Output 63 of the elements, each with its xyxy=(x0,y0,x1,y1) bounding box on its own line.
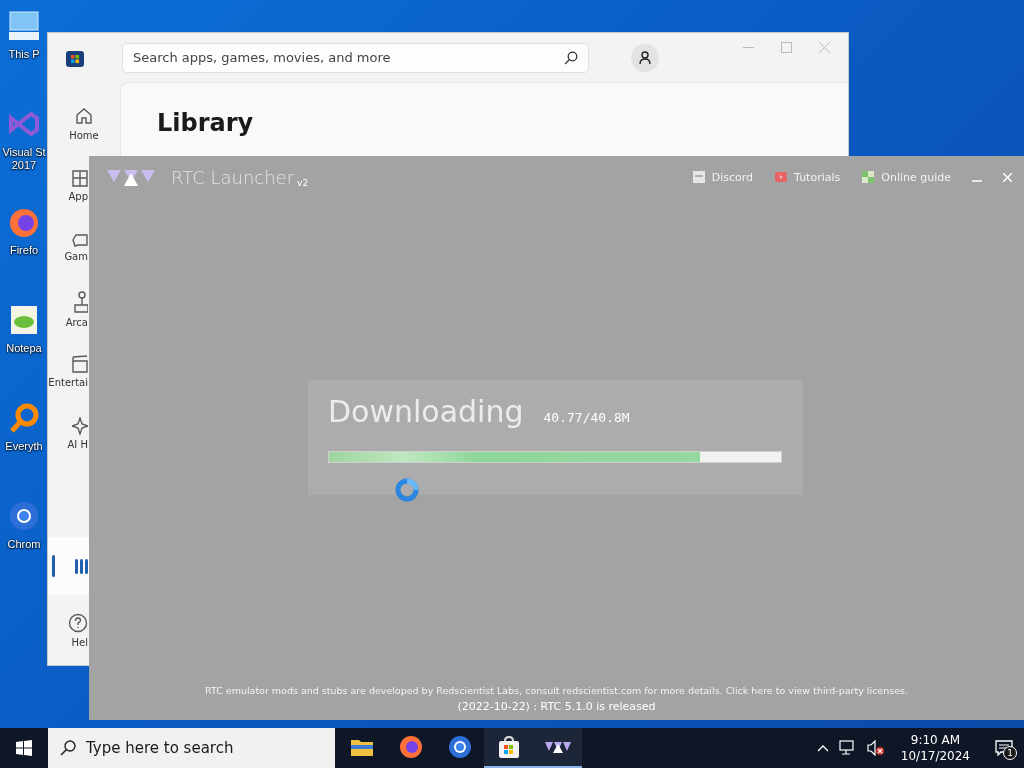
date-label: 10/17/2024 xyxy=(900,748,970,764)
download-size: 40.77/40.8M xyxy=(543,410,630,425)
search-placeholder: Type here to search xyxy=(86,739,234,757)
selection-indicator xyxy=(52,555,55,577)
library-icon xyxy=(74,557,88,575)
nav-item[interactable]: Arca xyxy=(48,278,89,340)
browser-icon xyxy=(447,735,472,759)
joystick-icon xyxy=(74,290,88,313)
desktop-icon-label[interactable]: Visual St 2017 xyxy=(2,146,46,172)
clapperboard-icon xyxy=(72,354,88,373)
taskbar-search-field[interactable]: Type here to search xyxy=(48,728,335,768)
message-icon xyxy=(995,740,1013,756)
nav-item[interactable]: Gam xyxy=(48,216,89,278)
triangles-logo-icon xyxy=(107,167,155,187)
nav-item[interactable]: Hel xyxy=(48,595,89,665)
computer-icon xyxy=(7,10,41,42)
browser-icon xyxy=(7,500,41,532)
nav-item[interactable]: App xyxy=(48,154,89,216)
version-label: v2 xyxy=(297,178,309,188)
puzzle-icon xyxy=(861,170,876,184)
search-placeholder: Search apps, games, movies, and more xyxy=(133,50,391,65)
desktop-icon-label[interactable]: This P xyxy=(8,48,40,61)
grid-icon xyxy=(72,168,88,187)
help-icon xyxy=(68,612,88,633)
taskbar-app[interactable] xyxy=(484,728,533,768)
windows-logo-icon xyxy=(16,740,32,756)
nav-item[interactable]: Home xyxy=(48,92,120,154)
triangles-logo-icon xyxy=(544,739,571,755)
search-icon xyxy=(564,50,578,65)
muted-speaker-icon[interactable] xyxy=(866,740,885,756)
nav-item[interactable]: AI H xyxy=(48,402,89,464)
spinner-icon xyxy=(394,477,420,503)
notifications-button[interactable]: 1 xyxy=(984,728,1024,768)
desktop-icon-label[interactable]: Firefo xyxy=(9,244,39,257)
nav-item[interactable] xyxy=(48,537,89,595)
window-title: RTC Launcher xyxy=(171,166,295,188)
sparkle-icon xyxy=(72,416,88,435)
page-heading: Library xyxy=(157,109,255,137)
desktop-icon-label[interactable]: Chrom xyxy=(7,538,41,551)
magnifier-icon xyxy=(7,402,41,434)
shopping-bag-icon xyxy=(496,735,521,759)
home-icon xyxy=(74,105,94,126)
desktop-icon-label[interactable]: Notepa xyxy=(6,342,42,355)
fox-globe-icon xyxy=(7,206,41,238)
taskbar-app[interactable] xyxy=(533,728,582,768)
account-button[interactable] xyxy=(631,43,659,72)
folder-icon xyxy=(349,737,374,757)
download-status: Downloading xyxy=(328,394,524,429)
release-note: (2022-10-22) : RTC 5.1.0 is released xyxy=(457,700,656,713)
search-field[interactable]: Search apps, games, movies, and more xyxy=(122,42,589,73)
play-icon xyxy=(774,170,789,184)
window-icon xyxy=(691,170,706,184)
desktop-icon-label[interactable]: Everyth xyxy=(5,440,43,453)
store-logo-icon xyxy=(66,48,84,67)
search-icon xyxy=(60,740,76,756)
person-icon xyxy=(639,50,651,65)
fox-globe-icon xyxy=(398,735,423,759)
chevron-up-icon[interactable] xyxy=(816,744,829,752)
time-label: 9:10 AM xyxy=(910,732,961,748)
nav-item[interactable]: Entertai xyxy=(48,340,89,402)
network-icon[interactable] xyxy=(838,740,857,756)
clock[interactable]: 9:10 AM 10/17/2024 xyxy=(900,732,970,764)
notification-count: 1 xyxy=(1003,746,1017,760)
